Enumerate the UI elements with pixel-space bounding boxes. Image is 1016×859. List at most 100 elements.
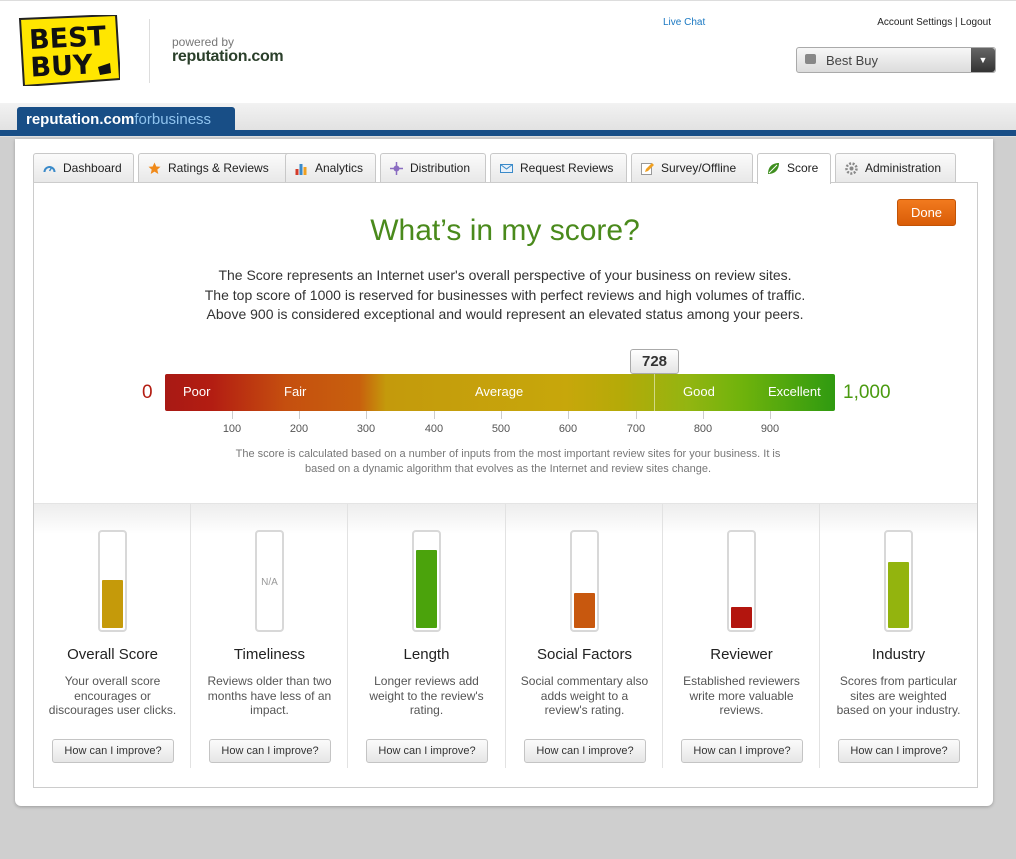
brand-main: reputation.com: [26, 111, 135, 128]
gauge-icon: [43, 166, 56, 173]
top-header: BEST BUY powered by reputation.com Live …: [0, 0, 1016, 104]
scale-tick-label: 800: [693, 423, 713, 435]
factor-column: N/A Timeliness Reviews older than two mont…: [191, 504, 348, 768]
tab-administration[interactable]: Administration: [835, 153, 956, 182]
factor-description: Established reviewers write more valuabl…: [683, 674, 800, 717]
tab-label: Request Reviews: [520, 161, 614, 175]
tab-label: Ratings & Reviews: [168, 161, 269, 175]
star-icon: [148, 162, 161, 174]
scale-tick-label: 900: [760, 423, 780, 435]
pencil-icon: [641, 163, 654, 175]
factor-meter: [727, 530, 756, 632]
bar-chart-icon: [295, 164, 307, 175]
score-factors: Overall Score Your overall score encourag…: [34, 503, 977, 774]
scale-tick: [299, 411, 300, 419]
scale-tick: [366, 411, 367, 419]
segment-average: Average: [475, 384, 524, 399]
factor-meter: [884, 530, 913, 632]
scale-tick: [501, 411, 502, 419]
best-buy-logo[interactable]: BEST BUY: [18, 15, 120, 86]
tab-label: Score: [787, 161, 819, 175]
logo-divider: [149, 19, 150, 83]
tab-analytics[interactable]: Analytics: [285, 153, 376, 182]
gear-icon: [845, 162, 858, 175]
tab-request-reviews[interactable]: Request Reviews: [490, 153, 627, 182]
factor-meter-fill: [731, 607, 752, 628]
factor-meter-fill: [888, 562, 909, 628]
brand-bar: reputation.comforbusiness: [0, 103, 1016, 137]
brand-stripe: [0, 130, 1016, 136]
leaf-icon: [768, 163, 779, 174]
factor-description: Social commentary also adds weight to a …: [520, 674, 649, 717]
factor-column: Length Longer reviews add weight to the r…: [348, 504, 505, 768]
business-select-value: Best Buy: [826, 53, 879, 68]
business-select[interactable]: Best Buy ▼: [796, 47, 996, 73]
description-line: The Score represents an Internet user's …: [218, 267, 792, 283]
scale-tick: [703, 411, 704, 419]
factor-title: Length: [403, 646, 450, 663]
factor-description: Longer reviews add weight to the review'…: [369, 674, 484, 717]
description-line: Above 900 is considered exceptional and …: [206, 306, 804, 322]
description-line: The top score of 1000 is reserved for bu…: [204, 286, 806, 303]
scale-ticks: 100 200 300 400 500 600 700 800 900: [165, 411, 835, 441]
scale-tick: [568, 411, 569, 419]
factor-column: Overall Score Your overall score encourag…: [34, 504, 191, 768]
briefcase-icon: [805, 54, 816, 64]
factor-meter: N/A: [255, 530, 284, 632]
logout-link[interactable]: Logout: [960, 17, 991, 28]
envelope-icon: [500, 164, 513, 173]
brand-sub: forbusiness: [134, 111, 212, 128]
product-brand-tab: reputation.comforbusiness: [17, 107, 235, 132]
score-note: The score is calculated based on a numbe…: [235, 448, 781, 475]
scale-tick-label: 200: [289, 423, 309, 435]
factor-column: Reviewer Established reviewers write more…: [663, 504, 820, 768]
tab-score[interactable]: Score: [757, 153, 831, 184]
improve-button[interactable]: How can I improve?: [366, 739, 488, 763]
factor-title: Social Factors: [536, 646, 633, 663]
tab-label: Dashboard: [63, 161, 122, 175]
factor-na-label: N/A: [261, 577, 278, 588]
factor-description: Your overall score encourages or discour…: [48, 674, 177, 717]
live-chat-link[interactable]: Live Chat: [663, 17, 705, 28]
network-icon: [390, 162, 403, 175]
account-links: Account Settings | Logout: [877, 17, 991, 28]
powered-by-label: powered by: [172, 35, 235, 49]
factor-meter: [570, 530, 599, 632]
factor-meter: [98, 530, 127, 632]
scale-tick-label: 300: [356, 423, 376, 435]
tab-label: Analytics: [315, 161, 364, 175]
svg-text:BUY: BUY: [30, 49, 94, 83]
tab-distribution[interactable]: Distribution: [380, 153, 486, 182]
account-settings-link[interactable]: Account Settings: [877, 17, 952, 28]
improve-button[interactable]: How can I improve?: [524, 739, 646, 763]
factor-title: Industry: [871, 646, 926, 663]
scale-tick-label: 600: [558, 423, 578, 435]
scale-tick: [434, 411, 435, 419]
factor-description: Reviews older than two months have less …: [207, 674, 332, 717]
score-position-line: [654, 374, 655, 411]
improve-button[interactable]: How can I improve?: [681, 739, 803, 763]
scale-tick-label: 700: [626, 423, 646, 435]
score-description: The Score represents an Internet user's …: [0, 266, 1010, 325]
segment-fair: Fair: [284, 384, 307, 399]
factor-title: Overall Score: [67, 646, 158, 663]
factor-meter-fill: [574, 593, 595, 628]
tab-dashboard[interactable]: Dashboard: [33, 153, 134, 182]
factor-meter-fill: [416, 550, 437, 628]
scale-tick-label: 400: [424, 423, 444, 435]
improve-button[interactable]: How can I improve?: [209, 739, 331, 763]
segment-good: Good: [683, 384, 715, 399]
factor-meter-fill: [102, 580, 123, 628]
segment-excellent: Excellent: [768, 384, 821, 399]
scale-tick-label: 100: [222, 423, 242, 435]
tab-survey-offline[interactable]: Survey/Offline: [631, 153, 753, 182]
improve-button[interactable]: How can I improve?: [52, 739, 174, 763]
dropdown-arrow-icon[interactable]: ▼: [971, 48, 995, 72]
tab-label: Distribution: [410, 161, 471, 175]
factor-column: Social Factors Social commentary also add…: [506, 504, 663, 768]
improve-button[interactable]: How can I improve?: [838, 739, 960, 763]
account-separator: |: [955, 17, 958, 28]
scale-tick-label: 500: [491, 423, 511, 435]
powered-brand: reputation.com: [172, 48, 284, 65]
factor-meter: [412, 530, 441, 632]
